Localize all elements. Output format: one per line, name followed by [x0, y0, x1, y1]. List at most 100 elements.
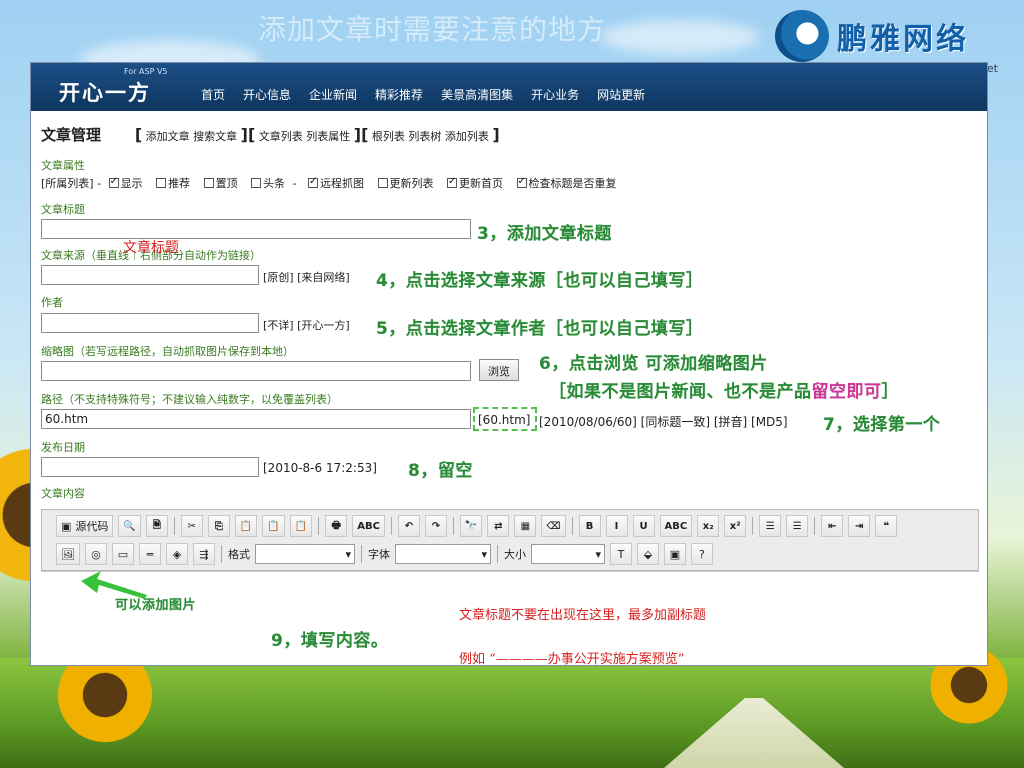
bold-button[interactable]: B: [578, 515, 601, 537]
checkbox-update-list[interactable]: [377, 178, 388, 188]
date-hint[interactable]: [2010-8-6 17:2:53]: [263, 461, 377, 475]
print-icon: 🖶: [331, 519, 341, 531]
checkbox-update-list-label: 更新列表: [389, 177, 434, 190]
path-label: 路径（不支持特殊符号；不建议输入纯数字，以免覆盖列表）: [41, 393, 338, 406]
bg-color-icon: ⬙: [643, 547, 653, 561]
underline-button[interactable]: U: [632, 515, 655, 537]
path-first-option[interactable]: [60.htm]: [478, 413, 530, 427]
smiley-button[interactable]: ◈: [165, 543, 188, 565]
content-editor[interactable]: 可以添加图片 9，填写内容。 文章标题不要在出现在这里，最多加副标题 例如 “—…: [41, 571, 979, 666]
link-add-article[interactable]: 添加文章: [146, 130, 190, 143]
path-options[interactable]: [2010/08/06/60] [同标题一致] [拼音] [MD5]: [539, 413, 788, 430]
redo-button[interactable]: ↷: [424, 515, 447, 537]
superscript-button[interactable]: x²: [724, 515, 747, 537]
path-input[interactable]: [41, 409, 471, 429]
flash-button[interactable]: ◎: [84, 543, 107, 565]
preview-button[interactable]: 🔍: [118, 515, 141, 537]
breadcrumb: [ 添加文章 搜索文章 ][ 文章列表 列表属性 ][ 根列表 列表树 添加列表…: [134, 125, 500, 144]
nav-item-info[interactable]: 开心信息: [243, 86, 291, 103]
source-input[interactable]: [41, 265, 259, 285]
checkbox-top-label: 置顶: [215, 177, 238, 190]
author-input[interactable]: [41, 313, 259, 333]
bg-color-button[interactable]: ⬙: [636, 543, 659, 565]
text-color-button[interactable]: T: [609, 543, 632, 565]
toolbar-separator: [752, 517, 754, 535]
nav-item-news[interactable]: 企业新闻: [309, 86, 357, 103]
print-button[interactable]: 🖶: [325, 515, 348, 537]
nav-item-home[interactable]: 首页: [201, 86, 225, 103]
copy-button[interactable]: ⎘: [207, 515, 230, 537]
annotation-step-7: 7，选择第一个: [823, 415, 941, 435]
nav-item-featured[interactable]: 精彩推荐: [375, 86, 423, 103]
link-article-list[interactable]: 文章列表: [259, 130, 303, 143]
table-button[interactable]: ▭: [111, 543, 134, 565]
italic-button[interactable]: I: [605, 515, 628, 537]
undo-button[interactable]: ↶: [397, 515, 420, 537]
blockquote-button[interactable]: ❝: [875, 515, 898, 537]
image-icon: 🖼: [61, 547, 75, 561]
checkbox-remote-image[interactable]: [308, 176, 319, 188]
paste-word-button[interactable]: 📋: [289, 515, 313, 537]
note-line-2: 例如 “————办事公开实施方案预览”: [459, 652, 685, 666]
maximize-button[interactable]: ▣: [663, 543, 686, 565]
author-options[interactable]: [不详] [开心一方]: [263, 317, 350, 333]
unordered-list-button[interactable]: ☰: [786, 515, 809, 537]
link-list-properties[interactable]: 列表属性: [306, 130, 350, 143]
strike-button[interactable]: ABC: [659, 515, 693, 537]
checkbox-headline[interactable]: [251, 178, 262, 188]
font-select[interactable]: ▾: [394, 544, 491, 564]
select-all-button[interactable]: ▦: [514, 515, 537, 537]
cut-button[interactable]: ✂: [180, 515, 203, 537]
source-code-button[interactable]: ▣ 源代码: [56, 515, 114, 537]
source-options[interactable]: [原创] [来自网络]: [263, 269, 350, 285]
italic-icon: I: [614, 520, 619, 532]
outdent-icon: ⇤: [828, 520, 837, 532]
paste-text-button[interactable]: 📋: [262, 515, 285, 537]
paste-button[interactable]: 📋: [234, 515, 258, 537]
attr-prefix: [所属列表] -: [41, 177, 102, 190]
link-root-list[interactable]: 根列表: [372, 130, 405, 143]
link-list-tree[interactable]: 列表树: [408, 130, 441, 143]
annotation-step-6-prefix: ［如果不是图片新闻、也不是产品: [549, 382, 812, 402]
underline-icon: U: [639, 520, 648, 532]
pointer-arrow-icon: [81, 571, 147, 599]
brand-version: For ASP V5: [124, 67, 168, 76]
browse-button[interactable]: 浏览: [479, 359, 519, 381]
author-label: 作者: [41, 296, 63, 309]
hr-button[interactable]: ═: [138, 543, 161, 565]
checkbox-show[interactable]: [108, 176, 119, 188]
checkbox-recommend[interactable]: [156, 178, 167, 188]
spellcheck-button[interactable]: ABC: [352, 515, 385, 537]
replace-button[interactable]: ⇄: [487, 515, 510, 537]
nav-item-gallery[interactable]: 美景高清图集: [441, 86, 513, 103]
subscript-button[interactable]: x₂: [697, 515, 720, 537]
nav-item-business[interactable]: 开心业务: [531, 86, 579, 103]
attr-row: [所属列表] - 显示 推荐 置顶 头条 - 远程抓图 更新列表 更新首页 检查…: [41, 175, 617, 191]
size-select[interactable]: ▾: [530, 544, 605, 564]
outdent-button[interactable]: ⇤: [821, 515, 844, 537]
spellcheck-icon: ABC: [357, 520, 380, 532]
thumb-input[interactable]: [41, 361, 471, 381]
link-add-list[interactable]: 添加列表: [445, 130, 489, 143]
checkbox-check-duplicate[interactable]: [516, 176, 527, 188]
remove-format-button[interactable]: ⌫: [541, 515, 566, 537]
annotation-step-3: 3，添加文章标题: [477, 224, 612, 244]
indent-button[interactable]: ⇥: [848, 515, 871, 537]
date-input[interactable]: [41, 457, 259, 477]
title-input[interactable]: [41, 219, 471, 239]
format-select[interactable]: ▾: [254, 544, 355, 564]
help-button[interactable]: ?: [690, 543, 713, 565]
template-button[interactable]: 🗎: [145, 515, 168, 537]
find-button[interactable]: 🔭: [459, 515, 483, 537]
ordered-list-icon: ☰: [765, 520, 775, 532]
paste-word-icon: 📋: [294, 520, 308, 532]
image-button[interactable]: 🖼: [56, 543, 80, 565]
checkbox-update-home[interactable]: [447, 176, 458, 188]
flash-icon: ◎: [91, 547, 101, 561]
ordered-list-button[interactable]: ☰: [759, 515, 782, 537]
nav-item-updates[interactable]: 网站更新: [597, 86, 645, 103]
link-search-article[interactable]: 搜索文章: [193, 130, 237, 143]
pagebreak-button[interactable]: ⇶: [192, 543, 215, 565]
logo-text: 鹏雅网络: [837, 22, 969, 57]
checkbox-top[interactable]: [203, 178, 214, 188]
